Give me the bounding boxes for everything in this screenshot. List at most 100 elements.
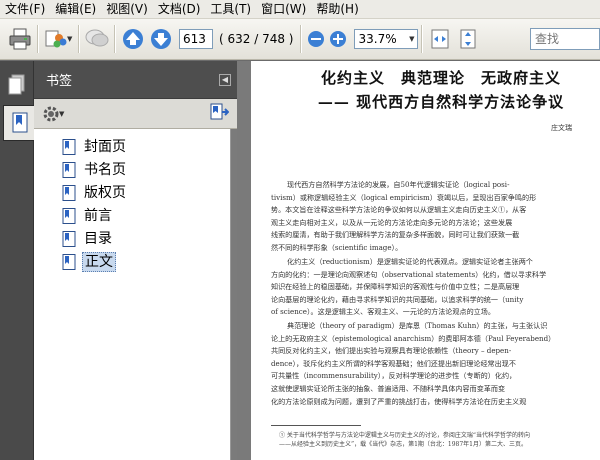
fit-width-button[interactable]	[426, 24, 454, 54]
plus-circle-icon	[330, 31, 347, 47]
text-line: 化的方法论原则成为问题，遭到了严重的挑战打击，使得科学方法论在历史主义观	[271, 396, 527, 406]
text-line: 可共量性（incommensurability），反对科学理论的进步性（专断的）…	[271, 371, 517, 381]
previous-page-button[interactable]	[119, 24, 147, 54]
chevron-down-icon: ▼	[409, 35, 415, 43]
toolbar-separator	[114, 25, 116, 53]
bookmark-item[interactable]: 版权页	[62, 183, 128, 203]
text-line: ① 关于当代科学哲学与方法论中逻辑主义与历史主义的讨论，参阅庄文瑞“当代科学哲学…	[279, 432, 530, 439]
pages-icon	[8, 74, 25, 95]
article-title: 化约主义 典范理论 无政府主义	[320, 69, 561, 87]
text-line: 化约主义（reductionism）是逻辑实证论的代表观点。逻辑实证论者主张两个	[287, 257, 533, 266]
fit-page-button[interactable]	[454, 24, 482, 54]
panel-toolbar: ▼	[34, 99, 237, 129]
menu-edit[interactable]: 编辑(E)	[50, 0, 101, 19]
options-button[interactable]: ▼	[42, 105, 67, 123]
text-line: 论上的无政府主义（epistemological anarchism）的费耶阿本…	[271, 333, 556, 343]
toolbar-separator	[37, 25, 39, 53]
bookmark-icon	[62, 162, 76, 178]
text-line: 典范理论（theory of paradigm）是库恩（Thomas Kuhn）…	[287, 321, 548, 330]
bookmark-icon	[62, 139, 76, 155]
menu-bar: 文件(F) 编辑(E) 视图(V) 文档(D) 工具(T) 窗口(W) 帮助(H…	[0, 0, 600, 19]
toolbar-separator	[78, 25, 80, 53]
minus-circle-icon	[308, 31, 325, 47]
search-input[interactable]	[530, 28, 600, 50]
text-line: 方向的化约：一是理论向观察述句（observational statements…	[271, 269, 547, 279]
paragraph: 化约主义（reductionism）是逻辑实证论的代表观点。逻辑实证论者主张两个…	[271, 256, 589, 319]
collapse-panel-button[interactable]: ◀	[219, 73, 231, 86]
bookmark-item-selected[interactable]: 正文	[62, 252, 116, 272]
text-line: 然不同的科学形象（scientific image）。	[271, 242, 403, 252]
pages-panel-button[interactable]	[2, 67, 32, 103]
arrow-up-icon	[123, 29, 143, 49]
text-line: tivism）或称逻辑经验主义（logical empiricism）衰竭以后，…	[271, 192, 537, 202]
text-line: dence），驳斥化约主义所谓的科学客观基础；他们还提出新旧理论经常出现不	[271, 358, 516, 368]
document-page: 化约主义 典范理论 无政府主义 —— 现代西方自然科学方法论争议 庄文瑞 现代西…	[251, 61, 600, 460]
text-line: ——从经验主义到历史主义”，载《当代》杂志，第1期（台北：1987年1月）第二大…	[279, 441, 527, 448]
new-bookmark-icon	[210, 103, 230, 120]
paragraph: 典范理论（theory of paradigm）是库恩（Thomas Kuhn）…	[271, 320, 589, 408]
article-author: 庄文瑞	[551, 124, 572, 132]
panel-title: 书签	[46, 74, 73, 89]
panel-header: 书签 ◀	[34, 61, 237, 99]
navigation-strip	[0, 61, 35, 460]
footnote-divider	[271, 425, 361, 426]
text-line: 论向基层的理论化约，藉由寻求科学知识的共同基础，以追求科学的统一（unity	[271, 294, 524, 304]
bookmark-label: 目录	[84, 231, 112, 247]
bookmark-label: 正文	[82, 252, 116, 272]
menu-view[interactable]: 视图(V)	[101, 0, 153, 19]
text-line: 共同反对化约主义，他们提出实验与观察具有理论依赖性（theory – depen…	[271, 346, 512, 356]
page-count: ( 632 / 748 )	[219, 32, 294, 46]
bookmark-item[interactable]: 前言	[62, 206, 114, 226]
footnote: ① 关于当代科学哲学与方法论中逻辑主义与历史主义的讨论，参阅庄文瑞“当代科学哲学…	[279, 431, 591, 449]
menu-help[interactable]: 帮助(H)	[311, 0, 363, 19]
text-line: 知识在经验上的稳固基础，并保障科学知识的客观性与价值中立性；二是高层理	[271, 282, 520, 292]
printer-icon	[9, 28, 31, 50]
article-subtitle: —— 现代西方自然科学方法论争议	[317, 93, 565, 111]
bookmark-item[interactable]: 封面页	[62, 137, 128, 157]
menu-document[interactable]: 文档(D)	[153, 0, 206, 19]
bookmark-item[interactable]: 目录	[62, 229, 114, 249]
menu-file[interactable]: 文件(F)	[0, 0, 50, 19]
bookmark-icon	[62, 208, 76, 224]
bookmark-icon	[62, 231, 76, 247]
bookmark-item[interactable]: 书名页	[62, 160, 128, 180]
zoom-select[interactable]: 33.7% ▼	[354, 29, 419, 49]
gear-icon	[43, 106, 59, 121]
zoom-out-button[interactable]	[305, 24, 327, 54]
speech-bubble-icon	[85, 29, 109, 47]
text-line: 线索的厘清，有助于我们理解科学方法的复杂多样面貌，同时可让我们获致一截	[271, 230, 520, 240]
menu-tools[interactable]: 工具(T)	[205, 0, 256, 19]
bookmark-icon	[12, 112, 27, 133]
text-line: 现代西方自然科学方法论的发展，自50年代逻辑实证论（logical posi-	[287, 180, 510, 189]
bookmark-label: 封面页	[84, 139, 126, 155]
collaborate-button[interactable]	[42, 24, 70, 54]
bookmark-icon	[62, 185, 76, 201]
collaborate-icon	[45, 30, 67, 48]
text-line: 观主义走向相对主义，以及从一元论的方法论走向多元论的方法论；这些发展	[271, 217, 513, 227]
toolbar-separator	[300, 25, 303, 53]
page-number-input[interactable]	[179, 29, 213, 49]
toolbar: ▼ ( 632 / 748 ) 33.7%	[0, 19, 600, 60]
new-bookmark-button[interactable]	[209, 103, 230, 124]
text-line: 势。本文旨在诠释这些科学方法论的争议如何以从逻辑主义走向历史主义①，从客	[271, 205, 527, 215]
comment-button[interactable]	[83, 24, 111, 54]
next-page-button[interactable]	[147, 24, 175, 54]
fit-page-icon	[460, 29, 476, 49]
chevron-down-icon: ▼	[59, 109, 65, 118]
text-line: of science）。这是逻辑主义、客观主义、一元论的方法论观点的立场。	[271, 307, 495, 317]
bookmark-list: 封面页 书名页 版权页 前言 目录 正文	[34, 129, 231, 460]
text-line: 这就使逻辑实证论所主张的抽象、普遍适用、不随科学具体内容而变革而变	[271, 383, 506, 393]
paragraph: 现代西方自然科学方法论的发展，自50年代逻辑实证论（logical posi- …	[271, 179, 589, 255]
bookmark-label: 书名页	[84, 162, 126, 178]
zoom-value: 33.7%	[358, 32, 397, 46]
document-viewport[interactable]: 化约主义 典范理论 无政府主义 —— 现代西方自然科学方法论争议 庄文瑞 现代西…	[237, 61, 600, 460]
menu-window[interactable]: 窗口(W)	[256, 0, 311, 19]
print-button[interactable]	[6, 24, 34, 54]
arrow-down-icon	[151, 29, 171, 49]
fit-width-icon	[431, 29, 449, 49]
zoom-in-button[interactable]	[327, 24, 349, 54]
bookmarks-panel: 书签 ◀ ▼ 封面页 书名页 版权页 前言 目录 正文	[34, 61, 237, 460]
bookmarks-panel-button[interactable]	[3, 105, 35, 141]
bookmark-label: 前言	[84, 208, 112, 224]
bookmark-icon	[62, 254, 76, 270]
